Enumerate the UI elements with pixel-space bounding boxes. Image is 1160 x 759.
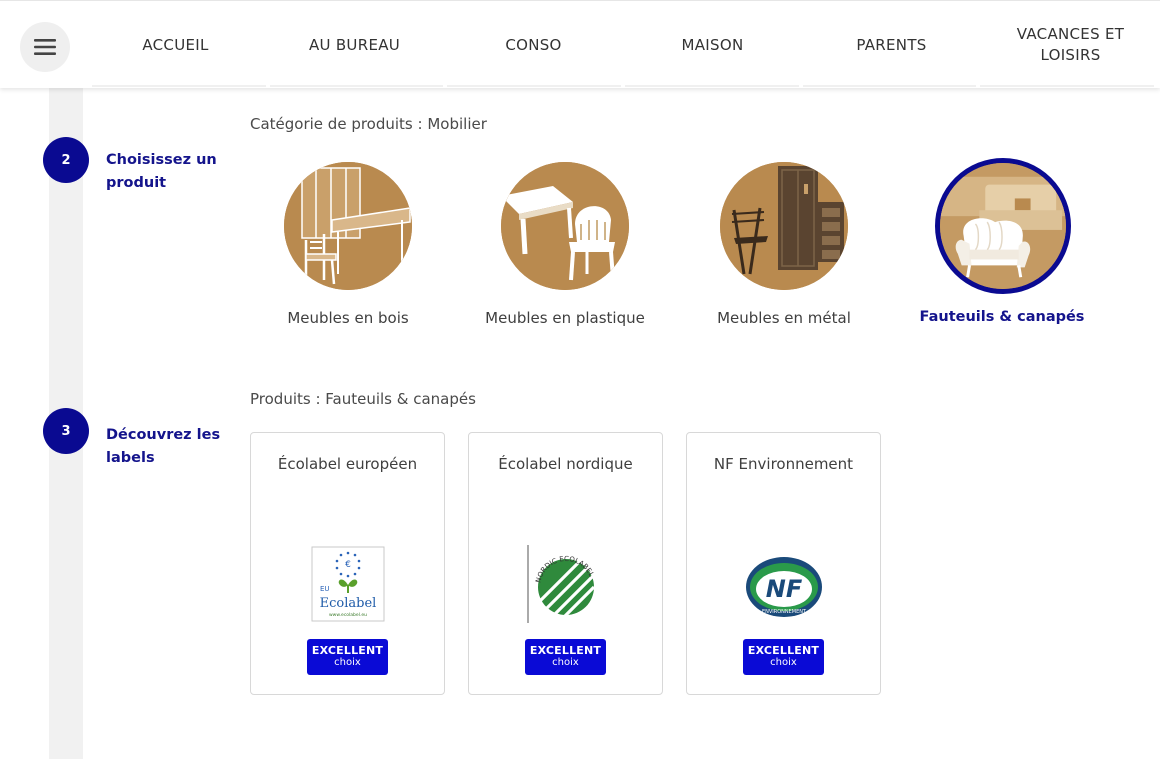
category-label: Meubles en plastique	[485, 309, 645, 327]
svg-text:€: €	[345, 560, 351, 570]
eu-ecolabel-logo: € EU Ecolabel www.ecolabel.eu	[308, 545, 388, 625]
label-card-ecolabel-europeen[interactable]: Écolabel européen € EU Ecolabel www.ecol…	[250, 432, 445, 695]
logo-url: www.ecolabel.eu	[329, 612, 367, 618]
logo-text: NF	[766, 575, 803, 603]
step-3-title: Découvrez les labels	[106, 427, 221, 466]
nav-parents[interactable]: Parents	[802, 1, 981, 89]
step-2-number: 2	[43, 137, 89, 183]
label-card-ecolabel-nordique[interactable]: Écolabel nordique NORDIC ECOLABEL EXCELL…	[468, 432, 663, 695]
svg-text:EU: EU	[320, 585, 330, 593]
category-label: Meubles en métal	[717, 309, 851, 327]
card-title: NF Environnement	[713, 455, 854, 473]
step-3-number: 3	[43, 408, 89, 454]
category-meubles-en-plastique[interactable]: Meubles en plastique	[465, 158, 665, 338]
nav-au-bureau[interactable]: Au bureau	[265, 1, 444, 89]
excellent-choix-badge: EXCELLENT choix	[743, 639, 824, 675]
badge-excellent: EXCELLENT	[747, 644, 820, 657]
nav-maison[interactable]: Maison	[623, 1, 802, 89]
hamburger-icon	[34, 39, 56, 55]
nordic-ecolabel-logo: NORDIC ECOLABEL	[526, 545, 606, 625]
metal-furniture-icon	[720, 162, 848, 290]
label-card-nf-environnement[interactable]: NF Environnement NF ENVIRONNEMENT EXCELL…	[686, 432, 881, 695]
category-meubles-en-bois[interactable]: Meubles en bois	[248, 158, 448, 338]
wood-furniture-icon	[284, 162, 412, 290]
nf-environnement-logo: NF ENVIRONNEMENT	[744, 545, 824, 625]
nav-conso[interactable]: Conso	[444, 1, 623, 89]
logo-subtext: ENVIRONNEMENT	[762, 609, 807, 615]
nav-vacances-et-loisirs[interactable]: Vacances et loisirs	[981, 1, 1160, 89]
plastic-furniture-icon	[501, 162, 629, 290]
excellent-choix-badge: EXCELLENT choix	[525, 639, 606, 675]
main-nav: Accueil Au bureau Conso Maison Parents V…	[86, 1, 1160, 89]
category-meubles-en-metal[interactable]: Meubles en métal	[684, 158, 884, 338]
logo-text: Ecolabel	[320, 596, 377, 611]
armchair-sofa-icon	[935, 158, 1071, 294]
products-section-label: Produits : Fauteuils & canapés	[250, 390, 476, 408]
badge-choix: choix	[552, 657, 579, 668]
nav-divider	[86, 85, 1160, 87]
category-label: Fauteuils & canapés	[919, 309, 1085, 325]
badge-excellent: EXCELLENT	[529, 644, 602, 657]
nav-accueil[interactable]: Accueil	[86, 1, 265, 89]
top-navigation-bar: Accueil Au bureau Conso Maison Parents V…	[0, 0, 1160, 88]
badge-choix: choix	[334, 657, 361, 668]
menu-button[interactable]	[20, 22, 70, 72]
category-label: Meubles en bois	[287, 309, 409, 327]
card-title: Écolabel nordique	[498, 455, 633, 473]
category-section-label: Catégorie de produits : Mobilier	[250, 115, 487, 133]
badge-excellent: EXCELLENT	[311, 644, 384, 657]
card-title: Écolabel européen	[277, 455, 418, 473]
category-fauteuils-et-canapes[interactable]: Fauteuils & canapés	[902, 158, 1102, 338]
badge-choix: choix	[770, 657, 797, 668]
excellent-choix-badge: EXCELLENT choix	[307, 639, 388, 675]
step-2-title: Choisissez un produit	[106, 152, 217, 191]
